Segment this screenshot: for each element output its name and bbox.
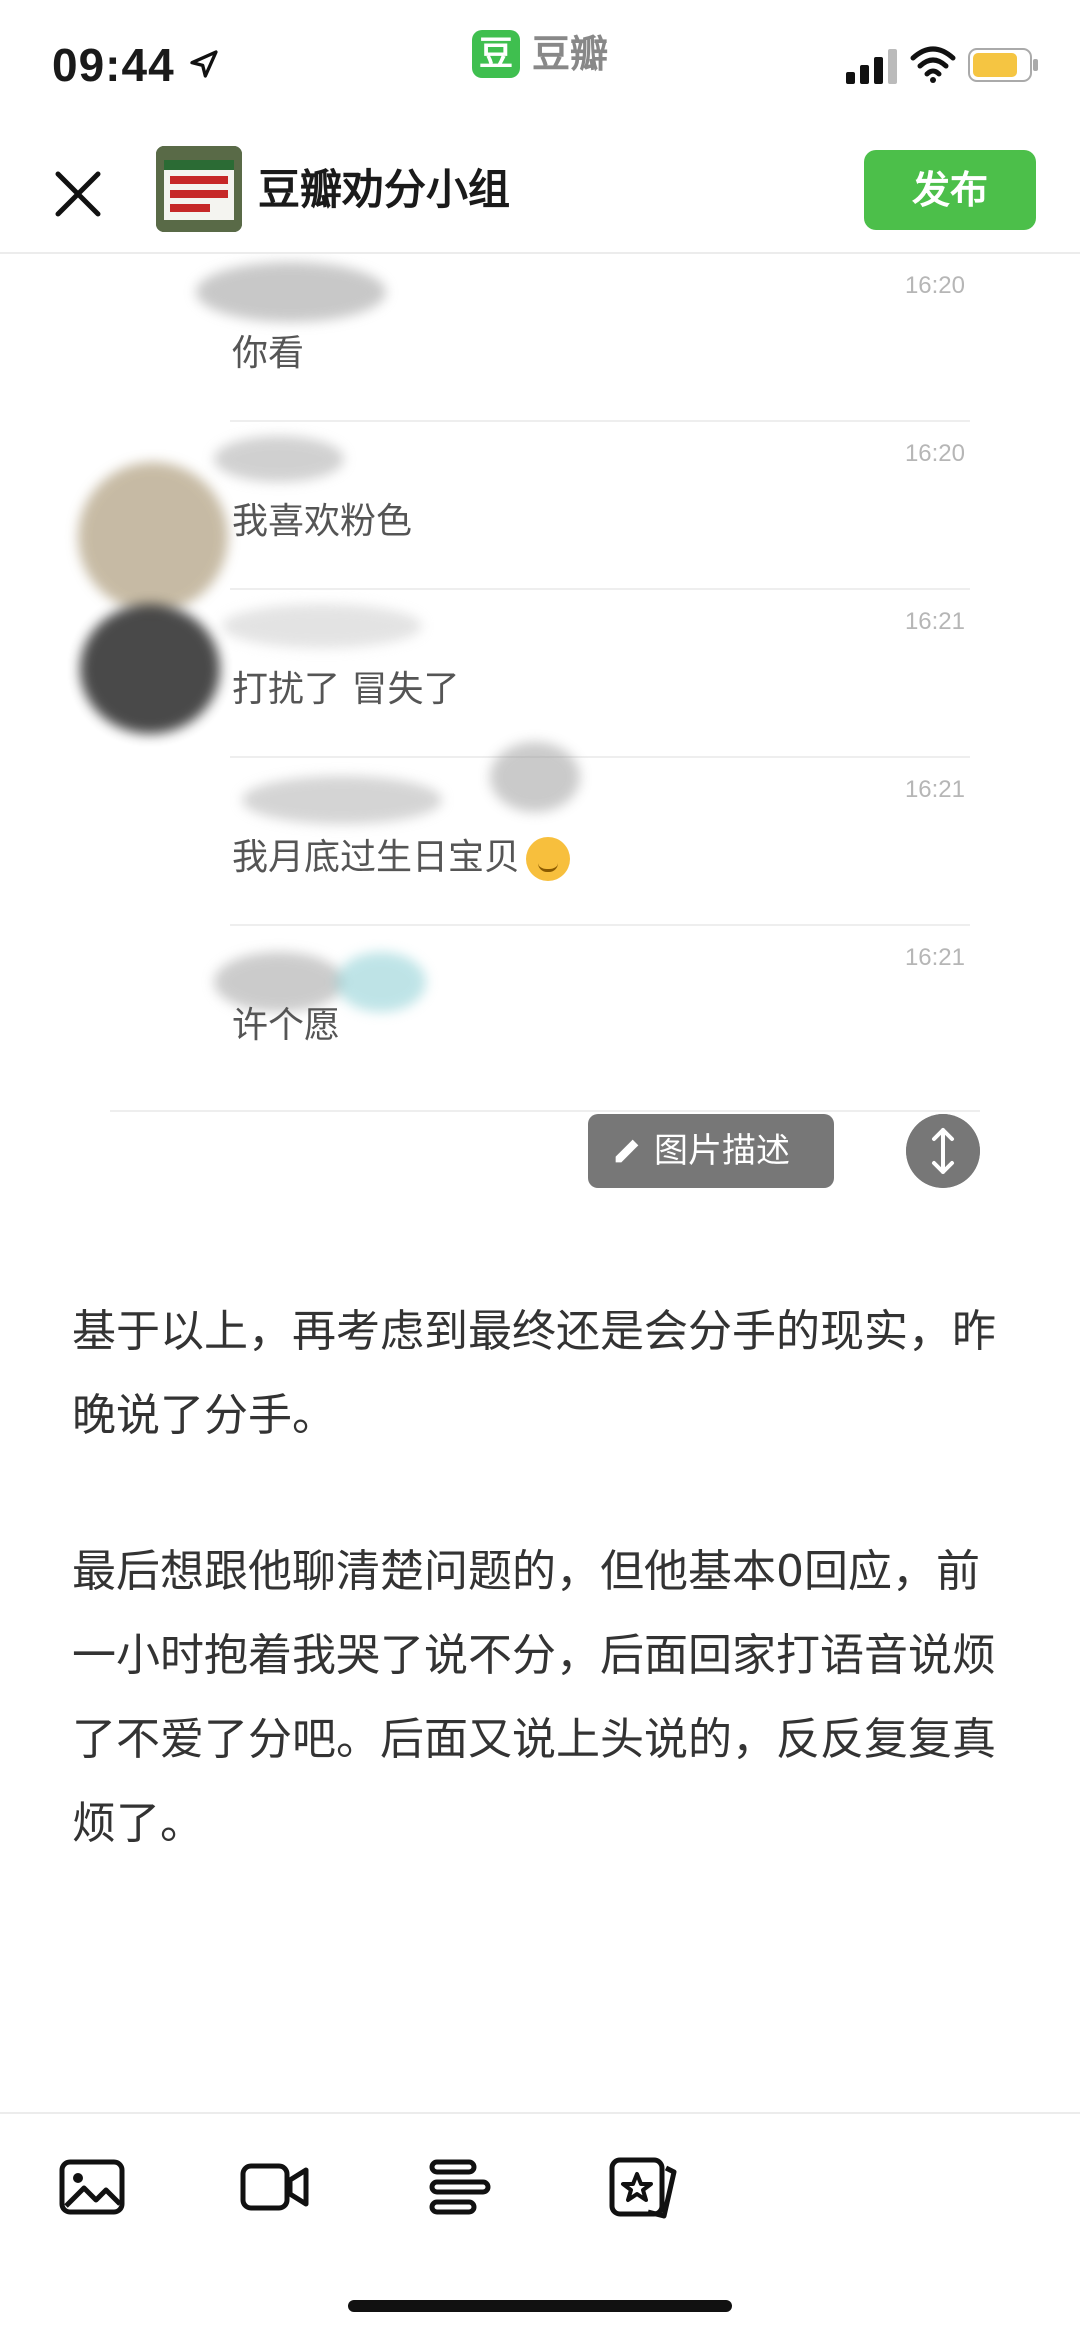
- editor-toolbar: [0, 2112, 1080, 2254]
- post-paragraph: 最后想跟他聊清楚问题的，但他基本0回应，前一小时抱着我哭了说不分，后面回家打语音…: [72, 1546, 996, 1849]
- cellular-signal-icon: [846, 49, 897, 84]
- chat-message-text: 打扰了 冒失了: [232, 669, 460, 710]
- image-description-button[interactable]: 图片描述: [588, 1114, 834, 1188]
- chat-message-time: 16:21: [904, 608, 965, 635]
- chat-message: 16:21 许个愿: [0, 926, 1080, 1094]
- insert-image-icon[interactable]: [58, 2154, 128, 2220]
- group-name[interactable]: 豆瓣劝分小组: [258, 160, 510, 220]
- chat-message: 16:21 我月底过生日宝贝: [0, 742, 1080, 926]
- publish-button[interactable]: 发布: [864, 150, 1036, 230]
- text-format-icon[interactable]: [424, 2154, 494, 2220]
- chat-message-time: 16:21: [904, 776, 965, 803]
- attached-chat-screenshot[interactable]: 16:20 你看 16:20 我喜欢粉色 16:21 打扰了 冒失了 16:21…: [0, 254, 1080, 1244]
- home-indicator[interactable]: [348, 2300, 732, 2312]
- chat-message-time: 16:21: [904, 944, 965, 971]
- back-to-app-label[interactable]: 豆瓣: [532, 30, 608, 78]
- nav-bar: 豆瓣劝分小组 发布: [0, 130, 1080, 254]
- chat-message: 16:21 打扰了 冒失了: [0, 590, 1080, 758]
- smiley-emoji-icon: [526, 837, 571, 881]
- divider: [110, 1110, 980, 1112]
- post-paragraph: 基于以上，再考虑到最终还是会分手的现实，昨晚说了分手。: [72, 1306, 996, 1441]
- status-bar: 09:44 豆 豆瓣: [0, 0, 1080, 130]
- pencil-icon: [615, 1139, 639, 1163]
- chat-message: 16:20 你看: [0, 254, 1080, 422]
- location-arrow-icon: [190, 50, 218, 78]
- resize-vertical-icon[interactable]: [906, 1114, 980, 1188]
- rating-card-icon[interactable]: [608, 2154, 678, 2220]
- chat-message: 16:20 我喜欢粉色: [0, 422, 1080, 612]
- group-avatar: [156, 146, 242, 232]
- image-description-label: 图片描述: [654, 1131, 790, 1171]
- post-body[interactable]: 基于以上，再考虑到最终还是会分手的现实，昨晚说了分手。 最后想跟他聊清楚问题的，…: [72, 1290, 1012, 1938]
- chat-message-time: 16:20: [904, 440, 965, 467]
- status-time: 09:44: [52, 39, 175, 91]
- chat-message-text: 你看: [232, 333, 305, 374]
- chat-message-text: 我喜欢粉色: [232, 501, 413, 542]
- douban-logo: 豆: [472, 30, 520, 78]
- wifi-icon: [910, 46, 956, 83]
- chat-message-text: 我月底过生日宝贝: [232, 828, 571, 881]
- chat-message-text: 许个愿: [232, 1005, 341, 1046]
- battery-icon: [968, 48, 1038, 82]
- insert-video-icon[interactable]: [240, 2154, 310, 2220]
- close-icon[interactable]: [48, 164, 108, 224]
- chat-message-time: 16:20: [904, 272, 965, 299]
